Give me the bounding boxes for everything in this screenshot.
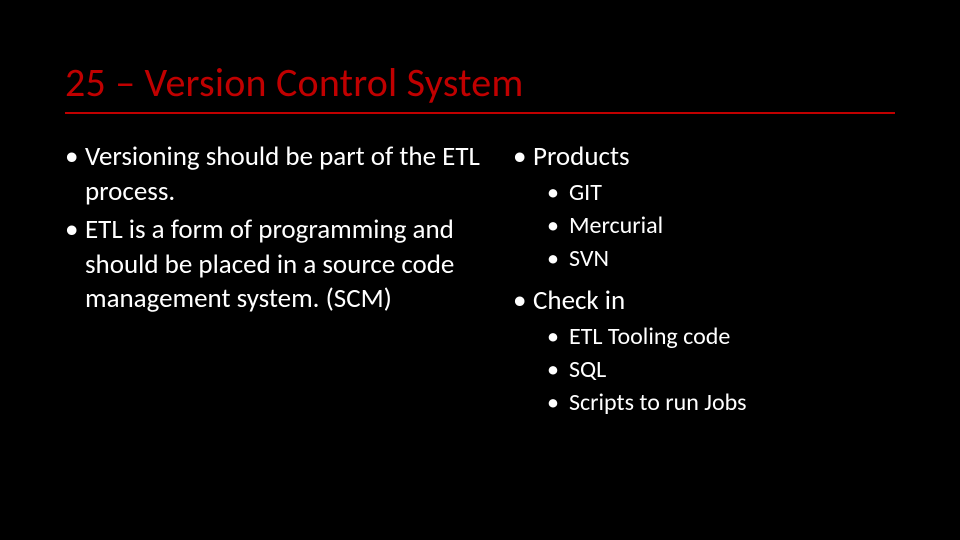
content-columns: Versioning should be part of the ETL pro… (65, 140, 895, 420)
title-underline (65, 112, 895, 114)
slide: 25 – Version Control System Versioning s… (0, 0, 960, 540)
left-column: Versioning should be part of the ETL pro… (65, 140, 495, 420)
bullet-products: Products (513, 140, 895, 175)
bullet-git: GIT (547, 177, 895, 208)
bullet-scripts-run-jobs: Scripts to run Jobs (547, 387, 895, 418)
bullet-etl-scm: ETL is a form of programming and should … (65, 213, 495, 317)
bullet-check-in: Check in (513, 284, 895, 319)
bullet-sql: SQL (547, 354, 895, 385)
bullet-etl-tooling-code: ETL Tooling code (547, 321, 895, 352)
bullet-versioning-etl: Versioning should be part of the ETL pro… (65, 140, 495, 209)
right-column: Products GIT Mercurial SVN Check in ETL … (513, 140, 895, 420)
bullet-svn: SVN (547, 243, 895, 274)
slide-title: 25 – Version Control System (65, 60, 895, 106)
bullet-mercurial: Mercurial (547, 210, 895, 241)
